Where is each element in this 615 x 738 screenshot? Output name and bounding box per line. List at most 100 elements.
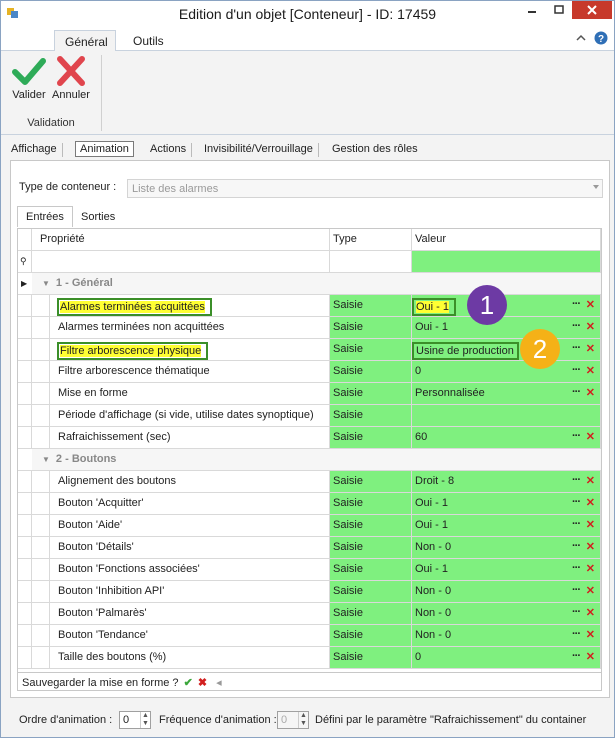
remove-icon[interactable]: ✕ xyxy=(586,364,595,377)
more-options-icon[interactable]: ··· xyxy=(572,606,581,618)
remove-icon[interactable]: ✕ xyxy=(586,606,595,619)
value-cell[interactable]: Usine de production ··· ✕ xyxy=(412,339,601,361)
table-row[interactable]: Alarmes terminées acquittées Saisie Oui … xyxy=(18,295,601,317)
value-cell[interactable]: Oui - 1 ··· ✕ xyxy=(412,493,601,515)
table-row[interactable]: Bouton 'Palmarès' Saisie Non - 0 ··· ✕ xyxy=(18,603,601,625)
value-cell[interactable]: Oui - 1 ··· ✕ xyxy=(412,317,601,339)
tab-affichage[interactable]: Affichage xyxy=(11,143,63,157)
value-cell[interactable]: 0 ··· ✕ xyxy=(412,647,601,669)
header-type[interactable]: Type xyxy=(330,229,412,251)
close-button[interactable] xyxy=(572,1,612,19)
frequency-stepper[interactable]: 0 ▲ ▼ xyxy=(277,711,309,729)
group-row-boutons[interactable]: ▼ 2 - Boutons xyxy=(18,449,601,471)
more-options-icon[interactable]: ··· xyxy=(572,628,581,640)
tab-animation[interactable]: Animation xyxy=(75,141,134,157)
ribbon-tab-tools[interactable]: Outils xyxy=(123,30,174,52)
value-cell[interactable] xyxy=(412,405,601,427)
table-row[interactable]: Bouton 'Inhibition API' Saisie Non - 0 ··… xyxy=(18,581,601,603)
header-spacer xyxy=(18,229,32,251)
table-row[interactable]: Taille des boutons (%) Saisie 0 ··· ✕ xyxy=(18,647,601,669)
remove-icon[interactable]: ✕ xyxy=(586,342,595,355)
remove-icon[interactable]: ✕ xyxy=(586,540,595,553)
more-options-icon[interactable]: ··· xyxy=(572,320,581,332)
header-property[interactable]: Propriété xyxy=(32,229,330,251)
value-cell[interactable]: Droit - 8 ··· ✕ xyxy=(412,471,601,493)
remove-icon[interactable]: ✕ xyxy=(586,430,595,443)
value-cell[interactable]: Oui - 1 ··· ✕ xyxy=(412,515,601,537)
table-row[interactable]: Bouton 'Détails' Saisie Non - 0 ··· ✕ xyxy=(18,537,601,559)
remove-icon[interactable]: ✕ xyxy=(586,474,595,487)
remove-icon[interactable]: ✕ xyxy=(586,650,595,663)
table-row[interactable]: Rafraichissement (sec) Saisie 60 ··· ✕ xyxy=(18,427,601,449)
tab-invisibilite[interactable]: Invisibilité/Verrouillage xyxy=(204,143,319,157)
more-options-icon[interactable]: ··· xyxy=(572,342,581,354)
table-row[interactable]: Bouton 'Fonctions associées' Saisie Oui … xyxy=(18,559,601,581)
remove-icon[interactable]: ✕ xyxy=(586,562,595,575)
more-options-icon[interactable]: ··· xyxy=(572,562,581,574)
value-cell[interactable]: Non - 0 ··· ✕ xyxy=(412,603,601,625)
stepper-arrows-icon[interactable]: ▲ ▼ xyxy=(298,712,308,728)
more-options-icon[interactable]: ··· xyxy=(572,474,581,486)
collapse-ribbon-icon[interactable] xyxy=(576,33,586,43)
filter-type-input[interactable] xyxy=(330,251,412,273)
remove-icon[interactable]: ✕ xyxy=(586,496,595,509)
annuler-button[interactable]: Annuler xyxy=(51,55,91,101)
header-value[interactable]: Valeur xyxy=(412,229,601,251)
table-row[interactable]: Alignement des boutons Saisie Droit - 8 ·… xyxy=(18,471,601,493)
help-icon[interactable]: ? xyxy=(594,31,608,45)
value-cell[interactable]: 0 ··· ✕ xyxy=(412,361,601,383)
value-cell[interactable]: Personnalisée ··· ✕ xyxy=(412,383,601,405)
table-row[interactable]: Bouton 'Aide' Saisie Oui - 1 ··· ✕ xyxy=(18,515,601,537)
container-type-label: Type de conteneur : xyxy=(19,181,117,193)
row-margin xyxy=(18,405,32,427)
more-options-icon[interactable]: ··· xyxy=(572,518,581,530)
type-cell: Saisie xyxy=(330,339,412,361)
table-row[interactable]: Filtre arborescence thématique Saisie 0 ·… xyxy=(18,361,601,383)
value-cell[interactable]: Non - 0 ··· ✕ xyxy=(412,581,601,603)
value-cell[interactable]: Non - 0 ··· ✕ xyxy=(412,537,601,559)
value-cell[interactable]: Oui - 1 ··· ✕ xyxy=(412,559,601,581)
order-stepper[interactable]: 0 ▲ ▼ xyxy=(119,711,151,729)
cancel-save-icon[interactable]: ✖ xyxy=(198,677,207,689)
value-text: Non - 0 xyxy=(415,585,452,597)
more-options-icon[interactable]: ··· xyxy=(572,430,581,442)
remove-icon[interactable]: ✕ xyxy=(586,584,595,597)
stepper-arrows-icon[interactable]: ▲ ▼ xyxy=(140,712,150,728)
tab-entrees[interactable]: Entrées xyxy=(17,206,73,227)
tab-actions[interactable]: Actions xyxy=(150,143,193,157)
footer: Ordre d'animation : 0 ▲ ▼ Fréquence d'ani… xyxy=(1,707,614,735)
tab-sorties[interactable]: Sorties xyxy=(73,208,123,226)
ribbon-tab-general[interactable]: Général xyxy=(54,30,116,52)
table-row[interactable]: Bouton 'Acquitter' Saisie Oui - 1 ··· ✕ xyxy=(18,493,601,515)
minimize-button[interactable] xyxy=(518,1,545,19)
table-row[interactable]: Période d'affichage (si vide, utilise da… xyxy=(18,405,601,427)
table-row[interactable]: Filtre arborescence physique Saisie Usin… xyxy=(18,339,601,361)
remove-icon[interactable]: ✕ xyxy=(586,386,595,399)
remove-icon[interactable]: ✕ xyxy=(586,518,595,531)
more-options-icon[interactable]: ··· xyxy=(572,496,581,508)
more-options-icon[interactable]: ··· xyxy=(572,540,581,552)
confirm-save-icon[interactable]: ✔ xyxy=(184,677,193,689)
container-type-select[interactable]: Liste des alarmes xyxy=(127,179,603,198)
group-row-general[interactable]: ▶ ▼ 1 - Général xyxy=(18,273,601,295)
tab-gestion-roles[interactable]: Gestion des rôles xyxy=(332,143,418,155)
more-options-icon[interactable]: ··· xyxy=(572,298,581,310)
remove-icon[interactable]: ✕ xyxy=(586,628,595,641)
valider-button[interactable]: Valider xyxy=(9,55,49,101)
remove-icon[interactable]: ✕ xyxy=(586,320,595,333)
more-options-icon[interactable]: ··· xyxy=(572,650,581,662)
filter-property-input[interactable] xyxy=(32,251,330,273)
maximize-button[interactable] xyxy=(545,1,572,19)
remove-icon[interactable]: ✕ xyxy=(586,298,595,311)
filter-value-input[interactable] xyxy=(412,251,601,273)
more-options-icon[interactable]: ··· xyxy=(572,386,581,398)
scroll-left-icon[interactable]: ◂ xyxy=(216,677,222,689)
value-text: 0 xyxy=(415,651,422,663)
table-row[interactable]: Alarmes terminées non acquittées Saisie … xyxy=(18,317,601,339)
value-cell[interactable]: Non - 0 ··· ✕ xyxy=(412,625,601,647)
table-row[interactable]: Mise en forme Saisie Personnalisée ··· ✕ xyxy=(18,383,601,405)
table-row[interactable]: Bouton 'Tendance' Saisie Non - 0 ··· ✕ xyxy=(18,625,601,647)
more-options-icon[interactable]: ··· xyxy=(572,364,581,376)
value-cell[interactable]: 60 ··· ✕ xyxy=(412,427,601,449)
more-options-icon[interactable]: ··· xyxy=(572,584,581,596)
